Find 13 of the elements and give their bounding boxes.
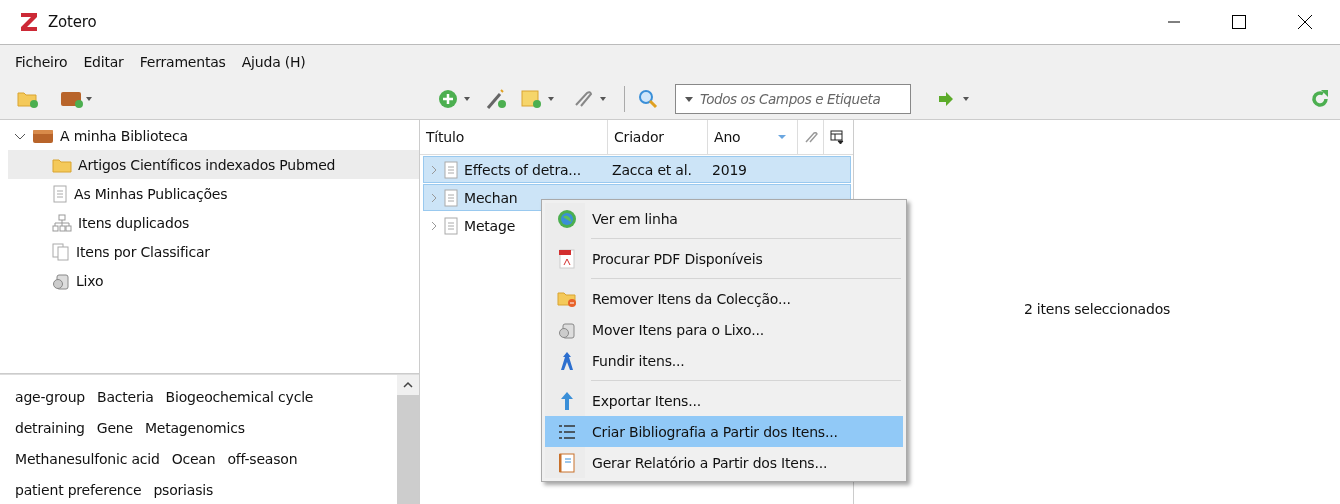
tree-label: Artigos Científicos indexados Pubmed <box>78 156 336 173</box>
table-cell: Metage <box>464 217 516 234</box>
tree-label: Itens por Classificar <box>76 243 210 260</box>
tree-label: Lixo <box>76 272 104 289</box>
tree-label: As Minhas Publicações <box>74 185 228 202</box>
tree-label: Itens duplicados <box>78 214 190 231</box>
table-cell: Mechan <box>464 189 518 206</box>
selection-count: 2 itens seleccionados <box>1023 300 1171 317</box>
table-cell: Effects of detra... <box>464 161 582 178</box>
table-cell-text: 2019 <box>712 161 748 178</box>
window-title: Zotero <box>48 13 97 31</box>
tree-label: A minha Biblioteca <box>60 127 188 144</box>
table-cell-text: Zacca et al. <box>611 161 693 178</box>
